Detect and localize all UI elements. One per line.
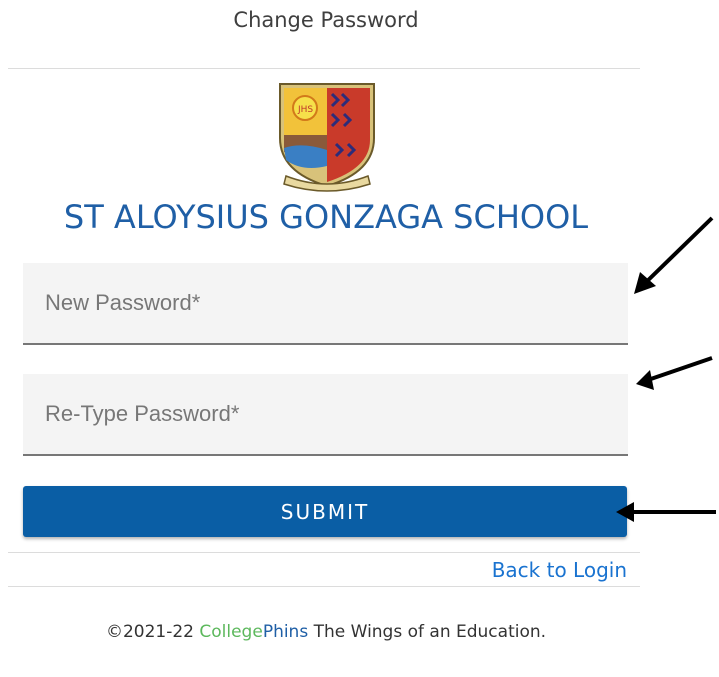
header-divider <box>8 68 640 69</box>
arrow-pointer-icon <box>634 216 714 294</box>
school-name: ST ALOYSIUS GONZAGA SCHOOL <box>63 198 589 236</box>
new-password-field[interactable] <box>23 263 628 345</box>
school-crest-icon: JHS <box>279 83 375 192</box>
submit-button[interactable]: SUBMIT <box>23 486 627 537</box>
footer-brand-college: College <box>199 622 263 642</box>
footer-tagline: The Wings of an Education. <box>308 622 547 642</box>
retype-password-field[interactable] <box>23 374 628 456</box>
footer-brand-phins: Phins <box>262 622 309 642</box>
footer: ©2021-22 CollegePhins The Wings of an Ed… <box>0 622 652 642</box>
crest-initials: JHS <box>297 105 313 115</box>
arrow-pointer-icon <box>636 356 713 390</box>
arrow-pointer-icon <box>616 502 716 522</box>
page-title: Change Password <box>233 8 419 32</box>
new-password-input[interactable] <box>23 263 628 343</box>
back-to-login-link[interactable]: Back to Login <box>492 558 627 582</box>
footer-copyright: ©2021-22 <box>105 622 200 642</box>
footer-divider <box>8 586 640 587</box>
form-divider <box>8 552 640 553</box>
retype-password-input[interactable] <box>23 374 628 454</box>
